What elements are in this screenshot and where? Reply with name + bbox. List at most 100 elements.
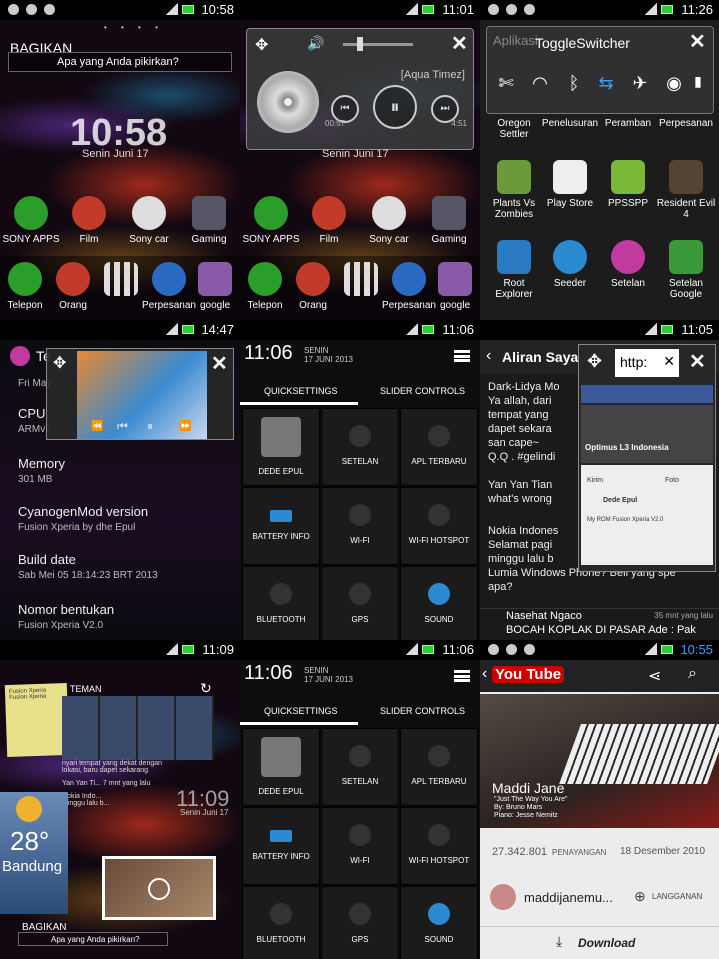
- tile-battery[interactable]: BATTERY INFO: [242, 807, 320, 885]
- app-plants-vs-zombies[interactable]: Plants Vs Zombies: [484, 160, 544, 220]
- app-google[interactable]: google: [186, 262, 240, 311]
- volume-slider[interactable]: [343, 37, 413, 51]
- app-root-explorer[interactable]: Root Explorer: [484, 240, 544, 300]
- post-2[interactable]: Yan Yan Tian what's wrong: [488, 478, 552, 506]
- tile-gps[interactable]: GPS: [321, 886, 399, 959]
- wifi-icon[interactable]: ◠: [529, 73, 551, 95]
- tile-wifi[interactable]: WI-FI: [321, 807, 399, 885]
- close-icon[interactable]: ✕: [689, 349, 706, 374]
- weather-widget[interactable]: 28° Bandung: [0, 792, 68, 914]
- flashlight-icon[interactable]: ◉: [663, 73, 685, 95]
- app-gaming[interactable]: Gaming: [180, 196, 238, 245]
- friends-widget[interactable]: [62, 696, 214, 760]
- tile-sound[interactable]: SOUND: [400, 886, 478, 959]
- move-icon[interactable]: ✥: [255, 35, 268, 55]
- forward-icon[interactable]: ⏩: [179, 421, 191, 432]
- play-icon[interactable]: [148, 878, 170, 900]
- bluetooth-icon[interactable]: ᛒ: [563, 73, 585, 95]
- url-field[interactable]: http: ✕: [615, 349, 679, 377]
- search-icon[interactable]: ⌕: [688, 665, 697, 683]
- app-film[interactable]: Film: [300, 196, 358, 245]
- subscribe-button[interactable]: LANGGANAN: [652, 892, 702, 901]
- build-date-label[interactable]: Build date: [18, 552, 76, 567]
- app-sony-apps[interactable]: SONY APPS: [242, 196, 300, 245]
- channel-avatar[interactable]: [490, 884, 516, 910]
- tile-hotspot[interactable]: WI-FI HOTSPOT: [400, 807, 478, 885]
- floating-browser[interactable]: ✥ http: ✕ ✕ Optimus L3 Indonesia Kirim Fo…: [578, 344, 716, 572]
- tab-quicksettings[interactable]: QUICKSETTINGS: [264, 386, 338, 396]
- share-icon[interactable]: ⋖: [648, 666, 661, 686]
- tile-user[interactable]: DEDE EPUL: [242, 728, 320, 806]
- tile-sound[interactable]: SOUND: [400, 566, 478, 640]
- close-icon[interactable]: ✕: [451, 31, 468, 56]
- sticky-note-widget[interactable]: Fusion Xperia Fusion Xperia: [4, 682, 70, 758]
- download-icon[interactable]: ⤓: [556, 933, 562, 950]
- tab-slider-controls[interactable]: SLIDER CONTROLS: [380, 386, 465, 396]
- app-resident-evil[interactable]: Resident Evil 4: [656, 160, 716, 220]
- facebook-bar[interactable]: [581, 385, 713, 403]
- app-setelan-google[interactable]: Setelan Google: [656, 240, 716, 300]
- tile-user[interactable]: DEDE EPUL: [242, 408, 320, 486]
- video-player[interactable]: Maddi Jane "Just The Way You Are" By: Br…: [480, 694, 719, 828]
- app-oregon-settler[interactable]: Oregon Settler: [484, 118, 544, 140]
- airplane-icon[interactable]: ✈: [629, 73, 651, 95]
- tile-bluetooth[interactable]: BLUETOOTH: [242, 566, 320, 640]
- sync-icon[interactable]: ⇆: [595, 73, 617, 95]
- app-sony-apps[interactable]: SONY APPS: [2, 196, 60, 245]
- post-4[interactable]: Nasehat Ngaco 35 mnt yang lalu BOCAH KOP…: [480, 608, 719, 640]
- music-mini-player[interactable]: ✥ 🔊 ✕ [Aqua Timez] ⏮ ⏸ ⏭ 00:57 4:51: [246, 28, 474, 150]
- tile-battery[interactable]: BATTERY INFO: [242, 487, 320, 565]
- send-button[interactable]: Kirim: [587, 477, 603, 484]
- tile-wifi[interactable]: WI-FI: [321, 487, 399, 565]
- tab-quicksettings[interactable]: QUICKSETTINGS: [264, 706, 338, 716]
- brightness-icon[interactable]: ▮: [687, 73, 709, 95]
- close-icon[interactable]: ✕: [211, 351, 228, 376]
- floating-video-player[interactable]: ✥ ✕ ⏪ ⏮ ⏸ ⏩: [46, 348, 234, 440]
- download-button[interactable]: Download: [578, 936, 635, 950]
- tab-slider-controls[interactable]: SLIDER CONTROLS: [380, 706, 465, 716]
- volume-thumb[interactable]: [357, 37, 363, 51]
- share-input[interactable]: Apa yang Anda pikirkan?: [8, 52, 232, 72]
- app-penelusuran[interactable]: Penelusuran: [540, 118, 600, 129]
- post-1[interactable]: Dark-Lidya Mo Ya allah, dari tempat yang…: [488, 380, 560, 464]
- prev-icon[interactable]: ⏮: [117, 419, 128, 434]
- plus-icon[interactable]: ⊕: [634, 888, 646, 905]
- youtube-logo[interactable]: You Tube: [492, 666, 565, 683]
- rewind-icon[interactable]: ⏪: [91, 421, 103, 432]
- app-sony-car[interactable]: Sony car: [360, 196, 418, 245]
- close-icon[interactable]: ✕: [689, 29, 706, 54]
- app-perpesanan[interactable]: Perpesanan: [656, 118, 716, 129]
- menu-icon[interactable]: [454, 350, 470, 362]
- app-gaming[interactable]: Gaming: [420, 196, 478, 245]
- tile-bluetooth[interactable]: BLUETOOTH: [242, 886, 320, 959]
- mod-version-label[interactable]: CyanogenMod version: [18, 504, 148, 519]
- share-input[interactable]: Apa yang Anda pikirkan?: [18, 932, 168, 946]
- facebook-feed[interactable]: Kirim Foto Dede Epul My ROM Fusion Xperi…: [581, 465, 713, 565]
- toggle-switcher-popup[interactable]: Aplikasi ToggleSwitcher ✕ ✄ ◠ ᛒ ⇆ ✈ ◉ ▮: [486, 26, 714, 114]
- back-icon[interactable]: ‹: [486, 347, 491, 365]
- tile-settings[interactable]: SETELAN: [321, 408, 399, 486]
- tools-icon[interactable]: ✄: [495, 73, 517, 95]
- feed-widget[interactable]: nyari tempat yang dekat dengan lokasi, b…: [62, 760, 172, 807]
- photo-widget[interactable]: [102, 856, 216, 920]
- clear-icon[interactable]: ✕: [663, 353, 675, 370]
- move-icon[interactable]: ✥: [587, 351, 602, 372]
- photo-button[interactable]: Foto: [665, 477, 679, 484]
- app-sony-car[interactable]: Sony car: [120, 196, 178, 245]
- app-setelan[interactable]: Setelan: [598, 240, 658, 289]
- tile-hotspot[interactable]: WI-FI HOTSPOT: [400, 487, 478, 565]
- pause-icon[interactable]: ⏸: [147, 419, 153, 434]
- tile-gps[interactable]: GPS: [321, 566, 399, 640]
- tile-recent-apps[interactable]: APL TERBARU: [400, 728, 478, 806]
- back-icon[interactable]: ‹: [482, 665, 487, 683]
- channel-name[interactable]: maddijanemu...: [524, 890, 613, 905]
- app-seeder[interactable]: Seeder: [540, 240, 600, 289]
- tile-settings[interactable]: SETELAN: [321, 728, 399, 806]
- app-ppsspp[interactable]: PPSSPP: [598, 160, 658, 209]
- build-number-label[interactable]: Nomor bentukan: [18, 602, 114, 617]
- app-peramban[interactable]: Peramban: [598, 118, 658, 129]
- tile-recent-apps[interactable]: APL TERBARU: [400, 408, 478, 486]
- app-play-store[interactable]: Play Store: [540, 160, 600, 209]
- app-film[interactable]: Film: [60, 196, 118, 245]
- app-google[interactable]: google: [426, 262, 480, 311]
